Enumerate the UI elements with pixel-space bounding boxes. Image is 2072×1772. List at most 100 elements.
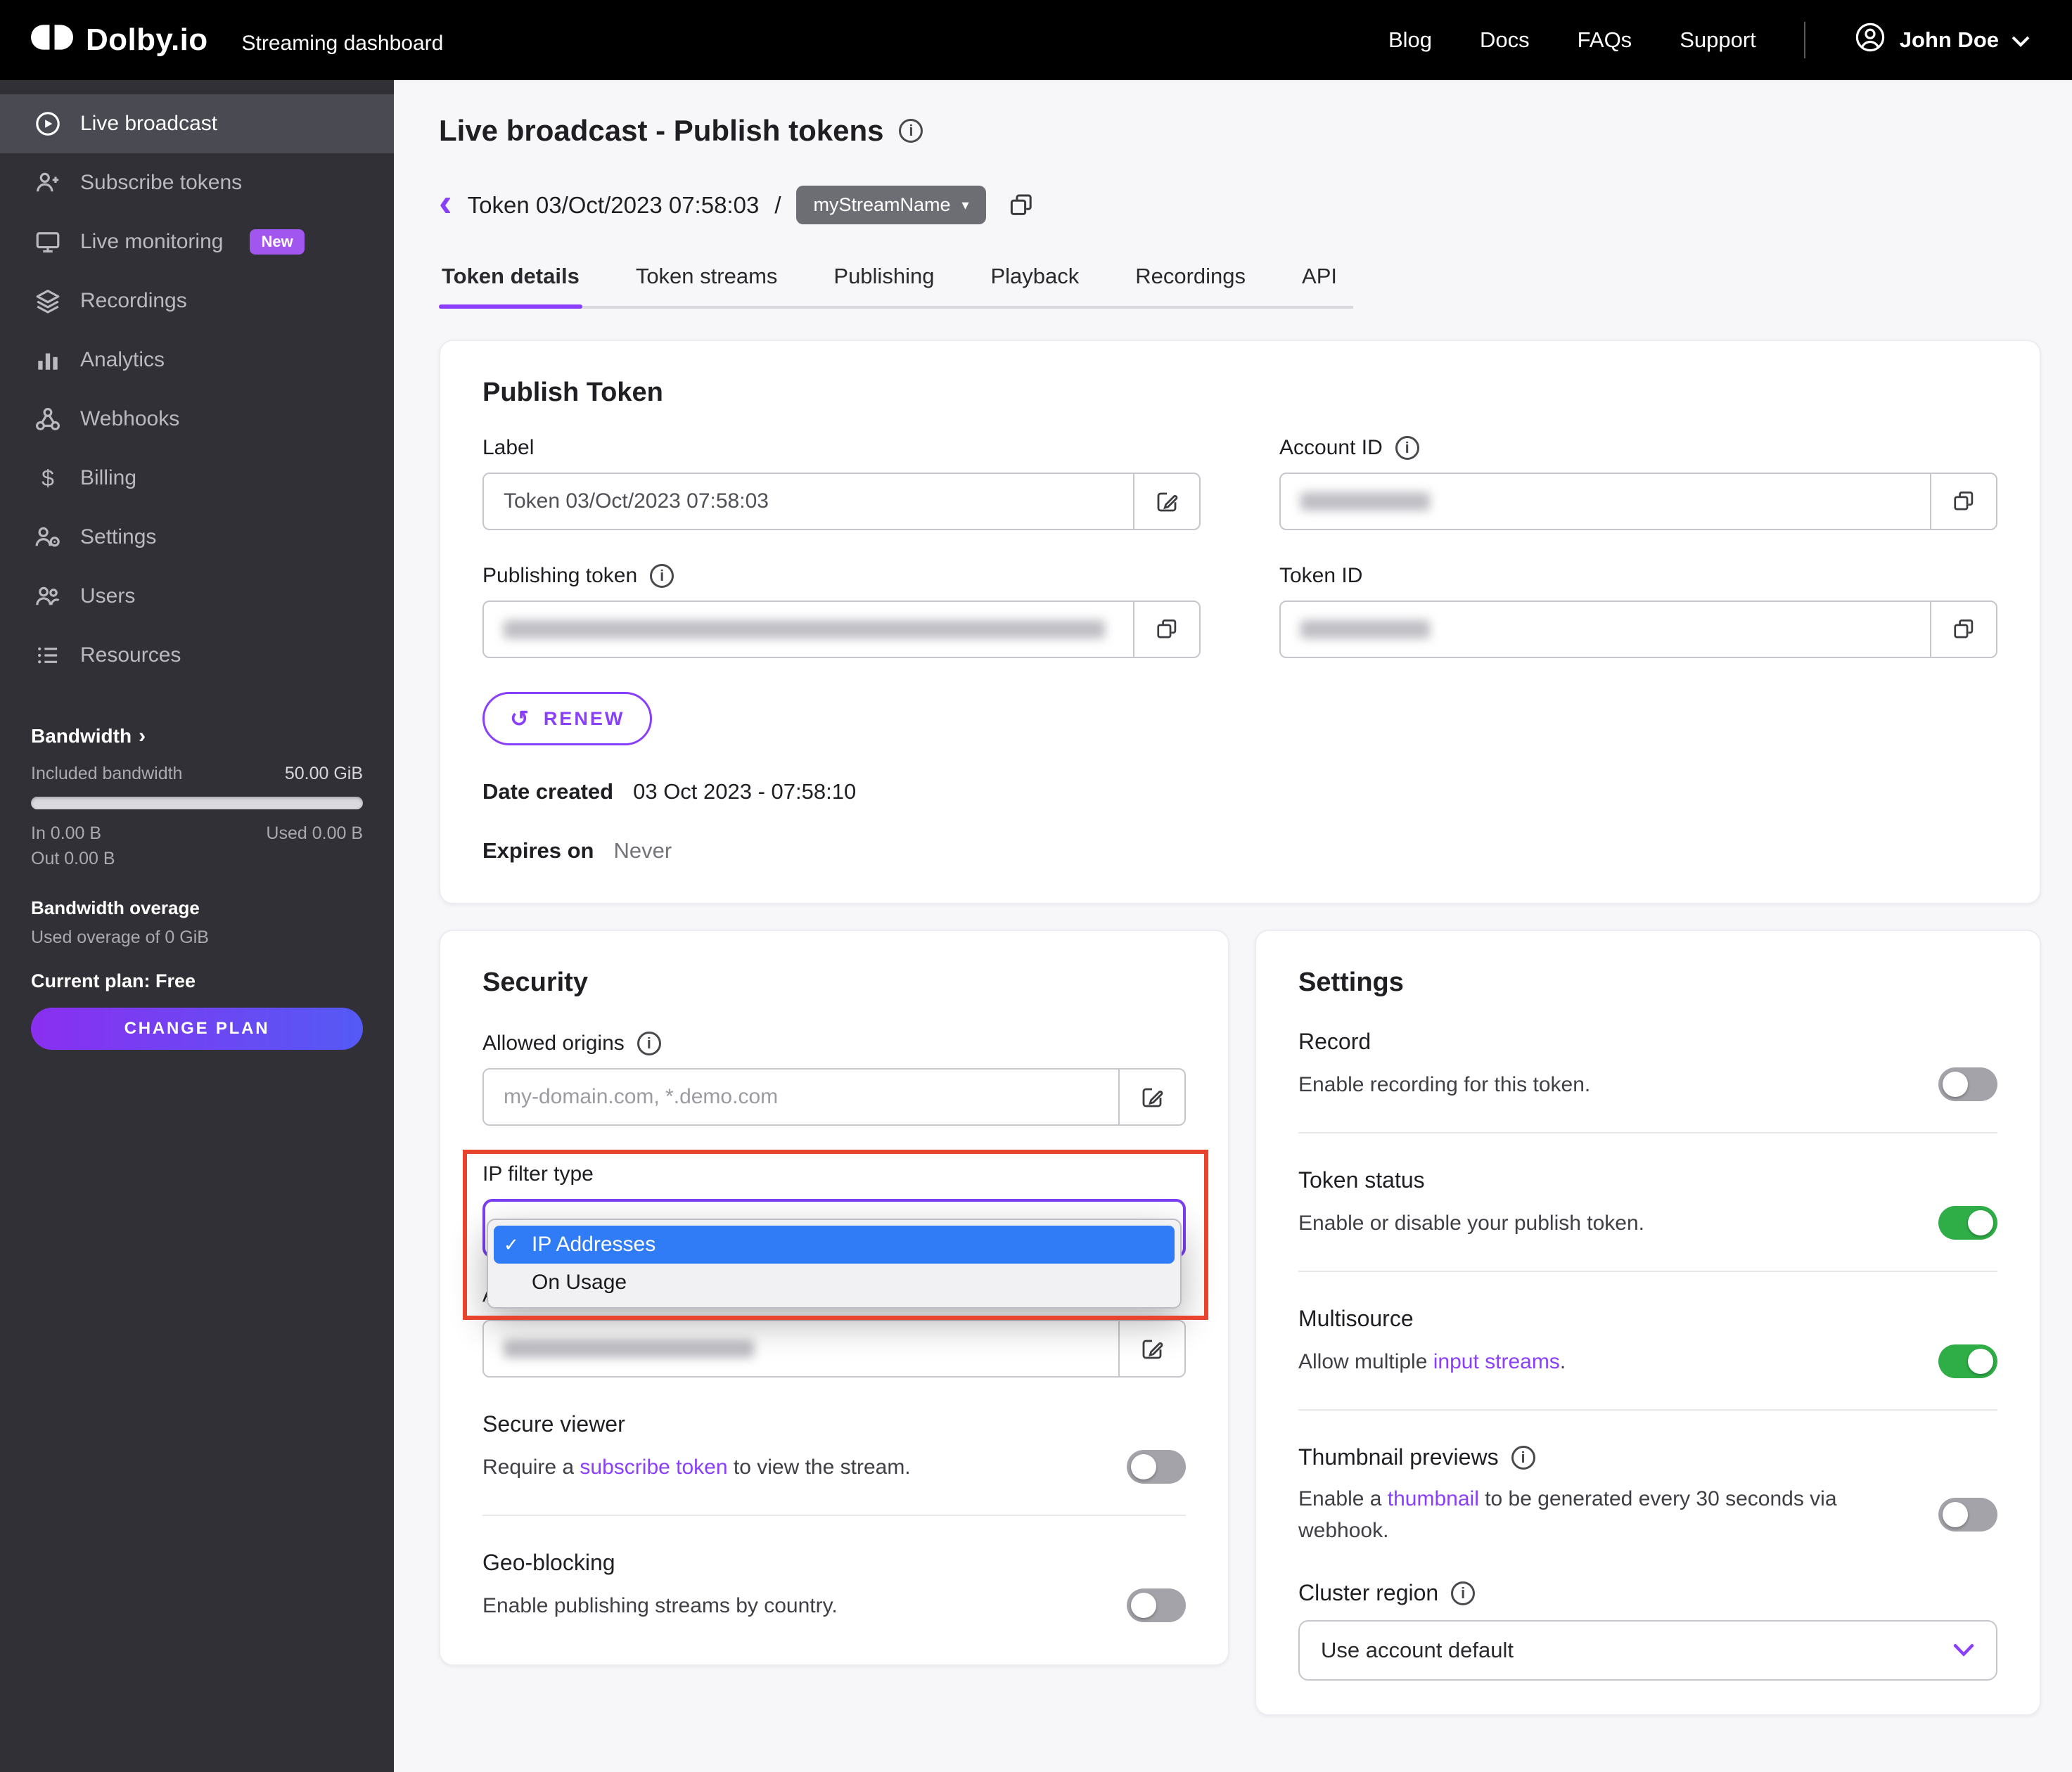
breadcrumb-token-label: Token 03/Oct/2023 07:58:03 <box>467 191 760 218</box>
multisource-title: Multisource <box>1298 1306 1414 1331</box>
bandwidth-title[interactable]: Bandwidth › <box>31 724 363 748</box>
allowed-ip-input[interactable] <box>482 1320 1186 1378</box>
nav-link-docs[interactable]: Docs <box>1480 27 1530 53</box>
back-chevron-icon[interactable]: ‹ <box>439 182 452 222</box>
dashboard-subtitle: Streaming dashboard <box>241 32 444 55</box>
stream-name-label: myStreamName <box>813 194 951 215</box>
sidebar-item-live-broadcast[interactable]: Live broadcast <box>0 94 394 153</box>
copy-icon[interactable] <box>1931 602 1996 657</box>
copy-icon[interactable] <box>1134 602 1199 657</box>
allowed-origins-input[interactable]: my-domain.com, *.demo.com <box>482 1068 1186 1126</box>
tab-token-details[interactable]: Token details <box>439 252 582 309</box>
info-icon[interactable]: i <box>637 1032 661 1055</box>
thumbnail-title: Thumbnail previews <box>1298 1444 1499 1470</box>
redacted-account-id <box>1300 492 1430 511</box>
label-input-value: Token 03/Oct/2023 07:58:03 <box>504 489 769 513</box>
chevron-down-icon: ▾ <box>961 198 969 213</box>
layers-icon <box>34 288 62 314</box>
edit-icon[interactable] <box>1120 1321 1184 1376</box>
tab-playback[interactable]: Playback <box>987 252 1082 306</box>
sidebar-item-users[interactable]: Users <box>0 567 394 626</box>
brand[interactable]: Dolby.io <box>31 20 208 60</box>
account-id-input[interactable] <box>1279 473 1997 530</box>
geo-blocking-setting: Geo-blocking Enable publishing streams b… <box>482 1550 1186 1622</box>
record-desc: Enable recording for this token. <box>1298 1072 1591 1096</box>
edit-icon[interactable] <box>1120 1070 1184 1124</box>
token-id-label: Token ID <box>1279 564 1363 587</box>
tab-token-streams[interactable]: Token streams <box>633 252 781 306</box>
input-streams-link[interactable]: input streams <box>1433 1350 1560 1373</box>
sidebar-item-label: Subscribe tokens <box>80 171 243 194</box>
info-icon[interactable]: i <box>899 119 923 143</box>
tab-api[interactable]: API <box>1299 252 1340 306</box>
topbar: Dolby.io Streaming dashboard Blog Docs F… <box>0 0 2072 80</box>
sidebar-item-recordings[interactable]: Recordings <box>0 271 394 330</box>
info-icon[interactable]: i <box>1395 436 1419 460</box>
option-label: IP Addresses <box>532 1233 656 1256</box>
page-title: Live broadcast - Publish tokens <box>439 114 884 147</box>
sidebar-item-webhooks[interactable]: Webhooks <box>0 390 394 449</box>
subscribe-token-link[interactable]: subscribe token <box>580 1456 727 1479</box>
refresh-icon: ↺ <box>510 706 531 731</box>
copy-icon[interactable] <box>1931 474 1996 529</box>
multisource-setting: Multisource Allow multiple input streams… <box>1298 1306 1997 1378</box>
broadcast-icon <box>34 110 62 137</box>
thumbnail-toggle[interactable] <box>1938 1498 1997 1532</box>
user-avatar-icon <box>1853 20 1887 60</box>
included-bandwidth-value: 50.00 GiB <box>284 764 363 783</box>
chevron-right-icon: › <box>139 724 146 747</box>
token-id-input[interactable] <box>1279 601 1997 658</box>
person-plus-icon <box>34 169 62 196</box>
tab-publishing[interactable]: Publishing <box>831 252 937 306</box>
sidebar-item-billing[interactable]: $ Billing <box>0 449 394 508</box>
dropdown-option-on-usage[interactable]: On Usage <box>494 1264 1175 1302</box>
app-root: Dolby.io Streaming dashboard Blog Docs F… <box>0 0 2072 1772</box>
renew-button[interactable]: ↺ RENEW <box>482 692 653 745</box>
info-icon[interactable]: i <box>650 564 674 588</box>
token-status-toggle[interactable] <box>1938 1206 1997 1240</box>
settings-card: Settings Record Enable recording for thi… <box>1255 930 2041 1716</box>
account-id-label: Account ID <box>1279 436 1383 459</box>
cluster-region-select[interactable]: Use account default <box>1298 1620 1997 1681</box>
sidebar-item-resources[interactable]: Resources <box>0 626 394 685</box>
geo-blocking-title: Geo-blocking <box>482 1550 615 1575</box>
publishing-token-input[interactable] <box>482 601 1201 658</box>
thumbnail-link[interactable]: thumbnail <box>1388 1487 1479 1510</box>
edit-icon[interactable] <box>1134 474 1199 529</box>
person-gear-icon <box>34 524 62 551</box>
settings-title: Settings <box>1298 968 1404 997</box>
check-icon: ✓ <box>504 1233 519 1255</box>
sidebar-item-live-monitoring[interactable]: Live monitoring New <box>0 212 394 271</box>
list-icon <box>34 642 62 669</box>
security-card: Security Allowed origins i my-domain.com… <box>439 930 1229 1666</box>
stream-name-dropdown[interactable]: myStreamName ▾ <box>796 186 986 224</box>
secure-viewer-toggle[interactable] <box>1127 1450 1186 1484</box>
date-created-value: 03 Oct 2023 - 07:58:10 <box>633 779 857 804</box>
sidebar-item-label: Resources <box>80 643 181 667</box>
desc-text: Require a <box>482 1455 580 1479</box>
sidebar-item-settings[interactable]: Settings <box>0 508 394 567</box>
change-plan-button[interactable]: CHANGE PLAN <box>31 1007 363 1050</box>
sidebar-item-subscribe-tokens[interactable]: Subscribe tokens <box>0 153 394 212</box>
chevron-down-icon <box>1952 1638 1975 1663</box>
renew-label: RENEW <box>543 707 625 729</box>
nav-link-blog[interactable]: Blog <box>1388 27 1432 53</box>
brand-name: Dolby.io <box>86 23 208 57</box>
record-toggle[interactable] <box>1938 1067 1997 1101</box>
info-icon[interactable]: i <box>1451 1581 1476 1605</box>
copy-icon[interactable] <box>1007 191 1035 219</box>
info-icon[interactable]: i <box>1511 1445 1535 1470</box>
people-icon <box>34 583 62 610</box>
label-input[interactable]: Token 03/Oct/2023 07:58:03 <box>482 473 1201 530</box>
nav-link-support[interactable]: Support <box>1680 27 1756 53</box>
geo-blocking-toggle[interactable] <box>1127 1588 1186 1622</box>
sidebar-item-analytics[interactable]: Analytics <box>0 330 394 390</box>
user-menu[interactable]: John Doe <box>1853 20 2030 60</box>
tab-recordings[interactable]: Recordings <box>1132 252 1248 306</box>
record-setting: Record Enable recording for this token. <box>1298 1029 1997 1101</box>
nav-link-faqs[interactable]: FAQs <box>1578 27 1632 53</box>
allowed-origins-placeholder: my-domain.com, *.demo.com <box>504 1085 779 1108</box>
multisource-toggle[interactable] <box>1938 1344 1997 1378</box>
breadcrumb: ‹ Token 03/Oct/2023 07:58:03 / myStreamN… <box>439 182 2041 224</box>
dropdown-option-ip-addresses[interactable]: ✓ IP Addresses <box>494 1226 1175 1264</box>
